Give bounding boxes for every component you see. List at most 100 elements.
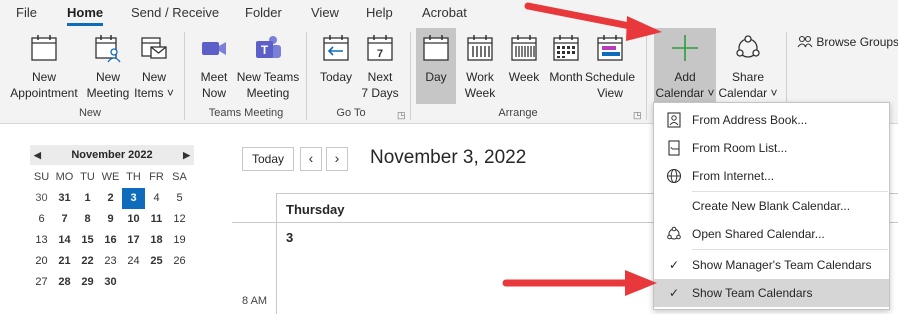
share-calendar-label: Share Calendar ˅ [718, 70, 778, 100]
mini-calendar-day[interactable]: 13 [30, 230, 53, 251]
new-items-button[interactable]: New Items ˅ [134, 28, 174, 104]
menu-item-from-room-list[interactable]: From Room List... [654, 134, 889, 162]
tab-acrobat[interactable]: Acrobat [422, 5, 467, 20]
teams-icon: T [256, 36, 281, 58]
share-icon [736, 35, 760, 58]
weekday-header: SA [172, 171, 187, 183]
meet-now-button[interactable]: Meet Now [194, 28, 234, 104]
checkmark-icon: ✓ [668, 286, 680, 300]
tab-home[interactable]: Home [67, 5, 104, 26]
mini-calendar-day[interactable]: 30 [99, 272, 122, 293]
prev-month-button[interactable]: ◀ [34, 145, 41, 165]
menu-item-create-new-blank-calendar[interactable]: Create New Blank Calendar... [654, 192, 889, 220]
add-calendar-menu: From Address Book... From Room List... F… [653, 102, 890, 310]
next-day-button[interactable]: › [326, 147, 348, 171]
dialog-launcher-icon[interactable]: ◳ [633, 110, 642, 121]
next-month-button[interactable]: ▶ [183, 145, 190, 165]
group-label-arrange: Arrange [498, 107, 538, 119]
month-view-button[interactable]: Month [546, 28, 586, 104]
day-view-button[interactable]: Day [416, 28, 456, 104]
mini-calendar-day[interactable]: 14 [53, 230, 76, 251]
mini-calendar-day[interactable]: 18 [145, 230, 168, 251]
today-icon [323, 35, 349, 61]
ribbon-tab-bar: File Home Send / Receive Folder View Hel… [0, 0, 898, 26]
globe-icon [664, 162, 684, 194]
menu-separator [692, 249, 888, 250]
work-week-view-button[interactable]: Work Week [460, 28, 500, 104]
today-button[interactable]: Today [242, 147, 294, 171]
tab-file[interactable]: File [16, 5, 37, 20]
mini-calendar-day[interactable]: 15 [76, 230, 99, 251]
group-label-go-to: Go To [336, 107, 366, 119]
share-calendar-button[interactable]: Share Calendar ˅ [718, 28, 778, 104]
schedule-view-icon [597, 35, 623, 61]
mini-calendar-day[interactable]: 30 [30, 188, 53, 209]
previous-day-button[interactable]: ‹ [300, 147, 322, 171]
tab-help[interactable]: Help [366, 5, 393, 20]
tab-view[interactable]: View [311, 5, 339, 20]
new-appointment-button[interactable]: New Appointment [10, 28, 78, 104]
weekday-header: TH [126, 171, 141, 183]
mini-calendar-day[interactable]: 1 [76, 188, 99, 209]
week-icon [511, 35, 537, 61]
mini-calendar-today[interactable]: 3 [122, 188, 145, 209]
mini-calendar-day[interactable]: 9 [99, 209, 122, 230]
mini-calendar-day[interactable]: 11 [145, 209, 168, 230]
mini-calendar-day[interactable]: 29 [76, 272, 99, 293]
mini-calendar-day[interactable]: 6 [30, 209, 53, 230]
mini-calendar: ◀ November 2022 ▶ SU MO TU WE TH FR SA 3… [30, 145, 194, 293]
tab-folder[interactable]: Folder [245, 5, 282, 20]
tab-send-receive[interactable]: Send / Receive [131, 5, 219, 20]
mini-calendar-day[interactable]: 31 [53, 188, 76, 209]
mini-calendar-day[interactable]: 12 [168, 209, 191, 230]
browse-groups-button[interactable]: Browse Groups [797, 34, 898, 52]
new-meeting-label: New Meeting [86, 70, 130, 100]
mini-calendar-day [122, 272, 145, 293]
weekday-header: SU [33, 171, 50, 183]
menu-item-show-team-calendars[interactable]: ✓ Show Team Calendars [654, 279, 889, 307]
menu-item-from-address-book[interactable]: From Address Book... [654, 106, 889, 134]
menu-item-open-shared-calendar[interactable]: Open Shared Calendar... [654, 220, 889, 248]
new-teams-meeting-button[interactable]: T New Teams Meeting [237, 28, 299, 104]
mini-calendar-day[interactable]: 17 [122, 230, 145, 251]
mini-calendar-day[interactable]: 5 [168, 188, 191, 209]
next-7-days-button[interactable]: 7 Next 7 Days [360, 28, 400, 104]
mini-calendar-day[interactable]: 23 [99, 251, 122, 272]
mini-calendar-day[interactable]: 25 [145, 251, 168, 272]
dialog-launcher-icon[interactable]: ◳ [397, 110, 406, 121]
mini-calendar-day[interactable]: 24 [122, 251, 145, 272]
mini-calendar-day[interactable]: 8 [76, 209, 99, 230]
mini-calendar-day[interactable]: 16 [99, 230, 122, 251]
people-icon [797, 35, 813, 48]
mini-calendar-day[interactable]: 26 [168, 251, 191, 272]
mini-calendar-day[interactable]: 10 [122, 209, 145, 230]
menu-item-from-internet[interactable]: From Internet... [654, 162, 889, 190]
mini-calendar-day[interactable]: 2 [99, 188, 122, 209]
ribbon-divider [184, 32, 185, 120]
menu-item-show-managers-team-calendars[interactable]: ✓ Show Manager's Team Calendars [654, 251, 889, 279]
weekday-header: FR [149, 171, 164, 183]
mini-calendar-day[interactable]: 28 [53, 272, 76, 293]
add-calendar-button[interactable]: Add Calendar ˅ [654, 28, 716, 104]
meet-now-label: Meet Now [200, 70, 228, 100]
mini-calendar-day[interactable]: 7 [53, 209, 76, 230]
new-appointment-label: New Appointment [10, 70, 78, 100]
new-meeting-button[interactable]: New Meeting [87, 28, 129, 104]
weekday-header: WE [101, 171, 120, 183]
mini-calendar-day[interactable]: 4 [145, 188, 168, 209]
mini-calendar-day[interactable]: 27 [30, 272, 53, 293]
day-name-header: Thursday [286, 202, 345, 217]
schedule-view-button[interactable]: Schedule View [585, 28, 635, 104]
mini-calendar-title: November 2022 [71, 149, 153, 161]
mini-calendar-day[interactable]: 21 [53, 251, 76, 272]
meeting-icon [95, 35, 121, 63]
mini-calendar-day[interactable]: 20 [30, 251, 53, 272]
next-7-days-label: Next 7 Days [361, 70, 399, 100]
week-view-button[interactable]: Week [504, 28, 544, 104]
mini-calendar-day [145, 272, 168, 293]
browse-groups-label: Browse Groups [816, 34, 898, 49]
ribbon-divider [646, 32, 647, 120]
go-to-today-button[interactable]: Today [316, 28, 356, 104]
mini-calendar-day[interactable]: 19 [168, 230, 191, 251]
mini-calendar-day[interactable]: 22 [76, 251, 99, 272]
